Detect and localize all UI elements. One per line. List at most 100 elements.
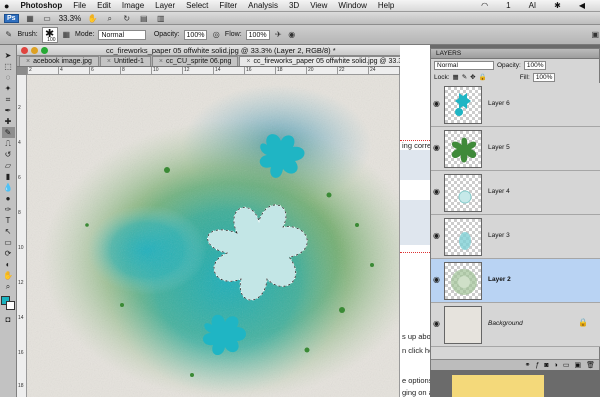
gradient-tool-icon[interactable]: ▮ — [2, 171, 15, 182]
type-tool-icon[interactable]: T — [2, 215, 15, 226]
minimize-window-button[interactable] — [31, 46, 38, 54]
zoom-tool-icon[interactable]: ⌕ — [104, 14, 115, 23]
new-group-icon[interactable]: ▭ — [563, 360, 570, 370]
close-tab-icon[interactable]: × — [159, 58, 163, 65]
wifi-icon[interactable]: ◠ — [481, 1, 488, 10]
close-tab-icon[interactable]: × — [26, 58, 30, 65]
eyedropper-tool-icon[interactable]: ✒ — [2, 105, 15, 116]
hand-tool-icon[interactable]: ✋ — [87, 14, 98, 23]
layer-row[interactable]: ◉ Layer 3 — [431, 215, 600, 259]
visibility-eye-icon[interactable]: ◉ — [433, 99, 442, 108]
zoom-tool-icon[interactable]: ⌕ — [2, 281, 15, 292]
pressure-size-icon[interactable]: ◉ — [287, 30, 296, 39]
shape-tool-icon[interactable]: ▭ — [2, 237, 15, 248]
layer-row[interactable]: ◉ Background 🔒 — [431, 303, 600, 347]
tab-cu-sprite[interactable]: × cc_CU_sprite 06.png — [151, 56, 239, 66]
pressure-opacity-icon[interactable]: ◎ — [211, 30, 220, 39]
apple-icon[interactable]: ● — [4, 1, 9, 11]
clone-stamp-tool-icon[interactable]: ⎍ — [2, 138, 15, 149]
new-layer-icon[interactable]: ▣ — [574, 360, 581, 370]
layer-opacity-field[interactable]: 100% — [523, 60, 547, 70]
visibility-eye-icon[interactable]: ◉ — [433, 275, 442, 284]
zoom-level[interactable]: 33.3% — [59, 14, 82, 23]
pen-tool-icon[interactable]: ✑ — [2, 204, 15, 215]
visibility-eye-icon[interactable]: ◉ — [433, 231, 442, 240]
dodge-tool-icon[interactable]: ● — [2, 193, 15, 204]
brush-tool-icon[interactable]: ✎ — [4, 30, 13, 39]
3d-orbit-tool-icon[interactable]: ◐ — [2, 259, 15, 270]
move-tool-icon[interactable]: ➤ — [2, 50, 15, 61]
ai-status[interactable]: AI — [529, 1, 537, 10]
background-color-swatch[interactable] — [6, 301, 15, 310]
bluetooth-icon[interactable]: ✱ — [554, 1, 561, 10]
menu-help[interactable]: Help — [378, 1, 394, 10]
brush-preset-picker[interactable]: ✱ 100 — [41, 26, 58, 43]
blend-mode-select[interactable]: Normal — [434, 60, 494, 70]
visibility-eye-icon[interactable]: ◉ — [433, 187, 442, 196]
canvas-area[interactable] — [27, 75, 399, 397]
quick-select-tool-icon[interactable]: ✦ — [2, 83, 15, 94]
layers-panel-title[interactable]: LAYERS — [431, 49, 599, 59]
layer-row-selected[interactable]: ◉ Layer 2 — [431, 259, 600, 303]
crop-tool-icon[interactable]: ⌗ — [2, 94, 15, 105]
link-layers-icon[interactable]: ⚭ — [525, 360, 531, 370]
menu-window[interactable]: Window — [338, 1, 366, 10]
path-selection-tool-icon[interactable]: ↖ — [2, 226, 15, 237]
menu-view[interactable]: View — [310, 1, 327, 10]
workspace-icon[interactable]: ▣ — [591, 30, 600, 39]
menu-edit[interactable]: Edit — [97, 1, 111, 10]
flow-field[interactable]: 100% — [245, 29, 270, 40]
adjustment-layer-icon[interactable]: ◑ — [554, 360, 558, 370]
menu-image[interactable]: Image — [122, 1, 144, 10]
tab-untitled-1[interactable]: × Untitled-1 — [99, 56, 151, 66]
menu-analysis[interactable]: Analysis — [248, 1, 278, 10]
status-badge[interactable]: 1 — [506, 1, 510, 10]
screen-layout-icon[interactable]: ▥ — [155, 14, 166, 23]
menu-filter[interactable]: Filter — [219, 1, 237, 10]
opacity-field[interactable]: 100% — [183, 29, 208, 40]
history-brush-tool-icon[interactable]: ↺ — [2, 149, 15, 160]
lasso-tool-icon[interactable]: ◌ — [2, 72, 15, 83]
brush-panel-icon[interactable]: ▦ — [62, 30, 71, 39]
lock-transparency-icon[interactable]: ▦ — [453, 73, 459, 81]
menu-layer[interactable]: Layer — [155, 1, 175, 10]
healing-brush-tool-icon[interactable]: ✚ — [2, 116, 15, 127]
zoom-window-button[interactable] — [41, 46, 48, 54]
airbrush-icon[interactable]: ✈ — [274, 30, 283, 39]
close-tab-icon[interactable]: × — [246, 58, 250, 65]
hand-tool-icon[interactable]: ✋ — [2, 270, 15, 281]
layer-row[interactable]: ◉ Layer 6 — [431, 83, 600, 127]
layer-style-icon[interactable]: ƒ — [535, 360, 539, 370]
blur-tool-icon[interactable]: 💧 — [2, 182, 15, 193]
fill-field[interactable]: 100% — [532, 72, 556, 82]
menu-file[interactable]: File — [73, 1, 86, 10]
application-bar: Ps ▦ ▭ 33.3% ✋ ⌕ ↻ ▤ ▥ — [0, 12, 600, 25]
quick-mask-icon[interactable]: ◘ — [2, 314, 15, 325]
menu-select[interactable]: Select — [186, 1, 208, 10]
rotate-view-icon[interactable]: ↻ — [121, 14, 132, 23]
visibility-eye-icon[interactable]: ◉ — [433, 319, 442, 328]
lock-pixels-icon[interactable]: ✎ — [462, 73, 467, 81]
marquee-tool-icon[interactable]: ⬚ — [2, 61, 15, 72]
volume-icon[interactable]: ◀ — [579, 1, 585, 10]
menu-3d[interactable]: 3D — [289, 1, 299, 10]
menu-app-name[interactable]: Photoshop — [20, 1, 62, 10]
close-window-button[interactable] — [21, 46, 28, 54]
3d-rotate-tool-icon[interactable]: ⟳ — [2, 248, 15, 259]
lock-position-icon[interactable]: ✥ — [470, 73, 475, 81]
tab-facebook-image[interactable]: × acebook image.jpg — [19, 56, 99, 66]
color-swatches[interactable] — [1, 296, 15, 310]
lock-all-icon[interactable]: 🔒 — [479, 73, 487, 81]
bridge-icon[interactable]: ▦ — [25, 14, 36, 23]
mode-select[interactable]: Normal — [98, 29, 146, 40]
visibility-eye-icon[interactable]: ◉ — [433, 143, 442, 152]
eraser-tool-icon[interactable]: ▱ — [2, 160, 15, 171]
arrange-documents-icon[interactable]: ▤ — [138, 14, 149, 23]
layer-row[interactable]: ◉ Layer 4 — [431, 171, 600, 215]
close-tab-icon[interactable]: × — [107, 58, 111, 65]
brush-tool-icon[interactable]: ✎ — [1, 127, 15, 138]
layer-row[interactable]: ◉ Layer 5 — [431, 127, 600, 171]
screen-mode-icon[interactable]: ▭ — [42, 14, 53, 23]
layer-mask-icon[interactable]: ◙ — [544, 360, 548, 370]
delete-layer-icon[interactable]: 🗑 — [586, 360, 595, 370]
